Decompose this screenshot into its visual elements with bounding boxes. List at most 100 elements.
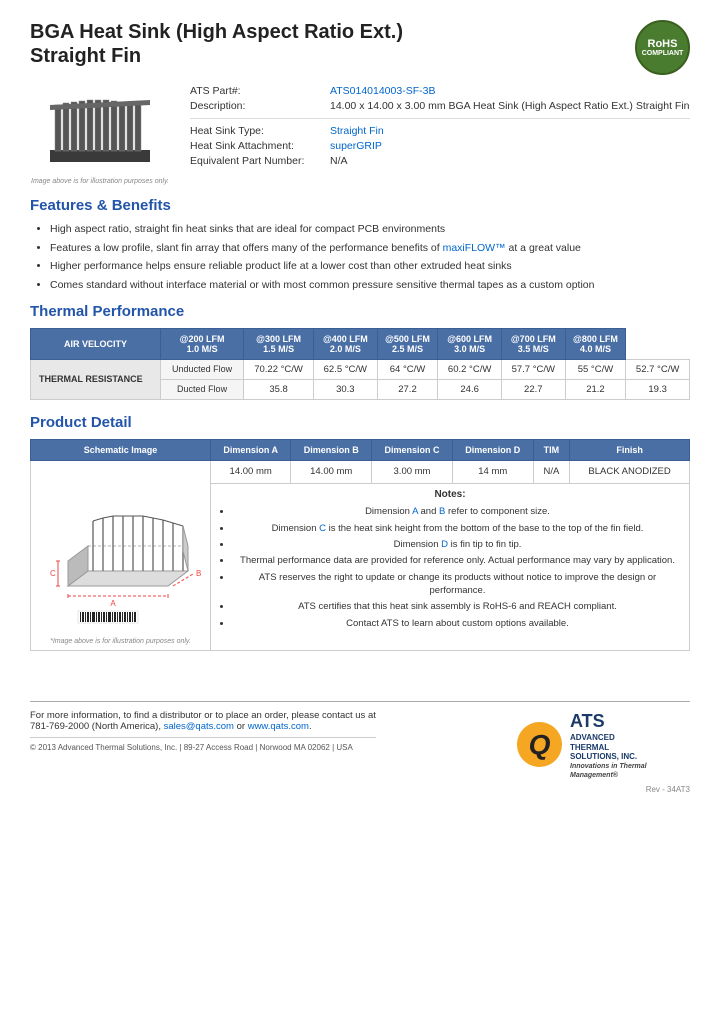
website-link[interactable]: www.qats.com xyxy=(248,721,309,732)
ducted-label: Ducted Flow xyxy=(161,379,244,399)
part-label: ATS Part#: xyxy=(190,85,330,97)
finish-header: Finish xyxy=(570,439,690,460)
type-label: Heat Sink Type: xyxy=(190,125,330,137)
thermal-resistance-label: THERMAL RESISTANCE xyxy=(31,359,161,399)
note-item: Dimension A and B refer to component siz… xyxy=(232,505,683,518)
ducted-600: 22.7 xyxy=(501,379,565,399)
spec-part-row: ATS Part#: ATS014014003-SF-3B xyxy=(190,85,690,97)
product-title: BGA Heat Sink (High Aspect Ratio Ext.) S… xyxy=(30,20,403,68)
equiv-label: Equivalent Part Number: xyxy=(190,155,330,167)
feature-item: Features a low profile, slant fin array … xyxy=(50,241,690,256)
note-item: Thermal performance data are provided fo… xyxy=(232,554,683,567)
rohs-label: RoHS xyxy=(648,38,678,50)
footer-contact-text: For more information, to find a distribu… xyxy=(30,710,376,732)
schematic-svg: A B C xyxy=(38,466,203,631)
desc-value: 14.00 x 14.00 x 3.00 mm BGA Heat Sink (H… xyxy=(330,100,690,112)
schematic-header: Schematic Image xyxy=(31,439,211,460)
dim-d-value: 14 mm xyxy=(452,460,533,484)
notes-title: Notes: xyxy=(217,489,683,500)
type-value: Straight Fin xyxy=(330,125,384,137)
unducted-500: 60.2 °C/W xyxy=(438,359,502,379)
features-title: Features & Benefits xyxy=(30,197,690,214)
email-link[interactable]: sales@qats.com xyxy=(164,721,234,732)
attach-value: superGRIP xyxy=(330,140,382,152)
page-number: Rev - 34AT3 xyxy=(30,785,690,794)
unducted-label: Unducted Flow xyxy=(161,359,244,379)
col-500lfm: @500 LFM2.5 M/S xyxy=(377,328,438,359)
ducted-400: 27.2 xyxy=(377,379,438,399)
dim-b-header: Dimension B xyxy=(291,439,372,460)
note-item: ATS reserves the right to update or chan… xyxy=(232,571,683,598)
equiv-value: N/A xyxy=(330,155,348,167)
dim-a-value: 14.00 mm xyxy=(211,460,291,484)
product-image-area: Image above is for illustration purposes… xyxy=(30,85,170,185)
unducted-400: 64 °C/W xyxy=(377,359,438,379)
note-item: ATS certifies that this heat sink assemb… xyxy=(232,600,683,613)
spec-type-row: Heat Sink Type: Straight Fin xyxy=(190,125,690,137)
unducted-800: 52.7 °C/W xyxy=(626,359,690,379)
schematic-caption: *Image above is for illustration purpose… xyxy=(37,638,204,645)
image-caption: Image above is for illustration purposes… xyxy=(31,178,169,185)
ats-brand: ATS xyxy=(570,710,690,733)
ducted-300: 30.3 xyxy=(314,379,378,399)
rohs-sublabel: COMPLIANT xyxy=(642,50,684,57)
attach-label: Heat Sink Attachment: xyxy=(190,140,330,152)
ducted-800: 19.3 xyxy=(626,379,690,399)
notes-cell: Notes: Dimension A and B refer to compon… xyxy=(211,484,690,650)
schematic-cell: A B C xyxy=(31,460,211,650)
title-line2: Straight Fin xyxy=(30,45,141,67)
col-600lfm: @600 LFM3.0 M/S xyxy=(438,328,502,359)
note-item: Dimension C is the heat sink height from… xyxy=(232,522,683,535)
notes-list: Dimension A and B refer to component siz… xyxy=(232,505,683,629)
features-list: High aspect ratio, straight fin heat sin… xyxy=(50,222,690,293)
unducted-600: 57.7 °C/W xyxy=(501,359,565,379)
dim-a-header: Dimension A xyxy=(211,439,291,460)
unducted-700: 55 °C/W xyxy=(565,359,626,379)
note-item: Contact ATS to learn about custom option… xyxy=(232,617,683,630)
dim-c-value: 3.00 mm xyxy=(372,460,453,484)
desc-label: Description: xyxy=(190,100,330,112)
feature-item: Higher performance helps ensure reliable… xyxy=(50,259,690,274)
ats-tagline: Innovations in Thermal Management® xyxy=(570,762,690,780)
col-800lfm: @800 LFM4.0 M/S xyxy=(565,328,626,359)
thermal-table: AIR VELOCITY @200 LFM1.0 M/S @300 LFM1.5… xyxy=(30,328,690,400)
footer-section: For more information, to find a distribu… xyxy=(30,710,690,780)
svg-text:B: B xyxy=(196,569,201,578)
note-item: Dimension D is fin tip to fin tip. xyxy=(232,538,683,551)
spec-equiv-row: Equivalent Part Number: N/A xyxy=(190,155,690,167)
ats-q-mark: Q xyxy=(517,722,562,767)
air-velocity-header: AIR VELOCITY xyxy=(31,328,161,359)
finish-value: BLACK ANODIZED xyxy=(570,460,690,484)
svg-text:A: A xyxy=(110,599,116,608)
feature-item: High aspect ratio, straight fin heat sin… xyxy=(50,222,690,237)
dim-d-header: Dimension D xyxy=(452,439,533,460)
ducted-700: 21.2 xyxy=(565,379,626,399)
unducted-300: 62.5 °C/W xyxy=(314,359,378,379)
thermal-title: Thermal Performance xyxy=(30,303,690,320)
dim-c-header: Dimension C xyxy=(372,439,453,460)
part-value: ATS014014003-SF-3B xyxy=(330,85,435,97)
ats-fullname: ADVANCEDTHERMALSOLUTIONS, INC. xyxy=(570,733,690,762)
title-line1: BGA Heat Sink (High Aspect Ratio Ext.) xyxy=(30,21,403,43)
ats-logo: Q ATS ADVANCEDTHERMALSOLUTIONS, INC. Inn… xyxy=(517,710,690,780)
unducted-200: 70.22 °C/W xyxy=(244,359,314,379)
col-700lfm: @700 LFM3.5 M/S xyxy=(501,328,565,359)
product-image-svg xyxy=(40,85,160,175)
col-200lfm: @200 LFM1.0 M/S xyxy=(161,328,244,359)
dim-b-value: 14.00 mm xyxy=(291,460,372,484)
tim-value: N/A xyxy=(533,460,570,484)
page-header: BGA Heat Sink (High Aspect Ratio Ext.) S… xyxy=(30,20,690,75)
ducted-500: 24.6 xyxy=(438,379,502,399)
svg-text:C: C xyxy=(50,569,56,578)
ats-text: ATS ADVANCEDTHERMALSOLUTIONS, INC. Innov… xyxy=(570,710,690,780)
footer-contact: For more information, to find a distribu… xyxy=(30,710,376,752)
spec-attach-row: Heat Sink Attachment: superGRIP xyxy=(190,140,690,152)
ducted-200: 35.8 xyxy=(244,379,314,399)
rohs-badge: RoHS COMPLIANT xyxy=(635,20,690,75)
col-300lfm: @300 LFM1.5 M/S xyxy=(244,328,314,359)
spec-desc-row: Description: 14.00 x 14.00 x 3.00 mm BGA… xyxy=(190,100,690,112)
product-info-section: Image above is for illustration purposes… xyxy=(30,85,690,185)
detail-table: Schematic Image Dimension A Dimension B … xyxy=(30,439,690,651)
footer-divider xyxy=(30,701,690,702)
footer-copyright: © 2013 Advanced Thermal Solutions, Inc. … xyxy=(30,737,376,752)
